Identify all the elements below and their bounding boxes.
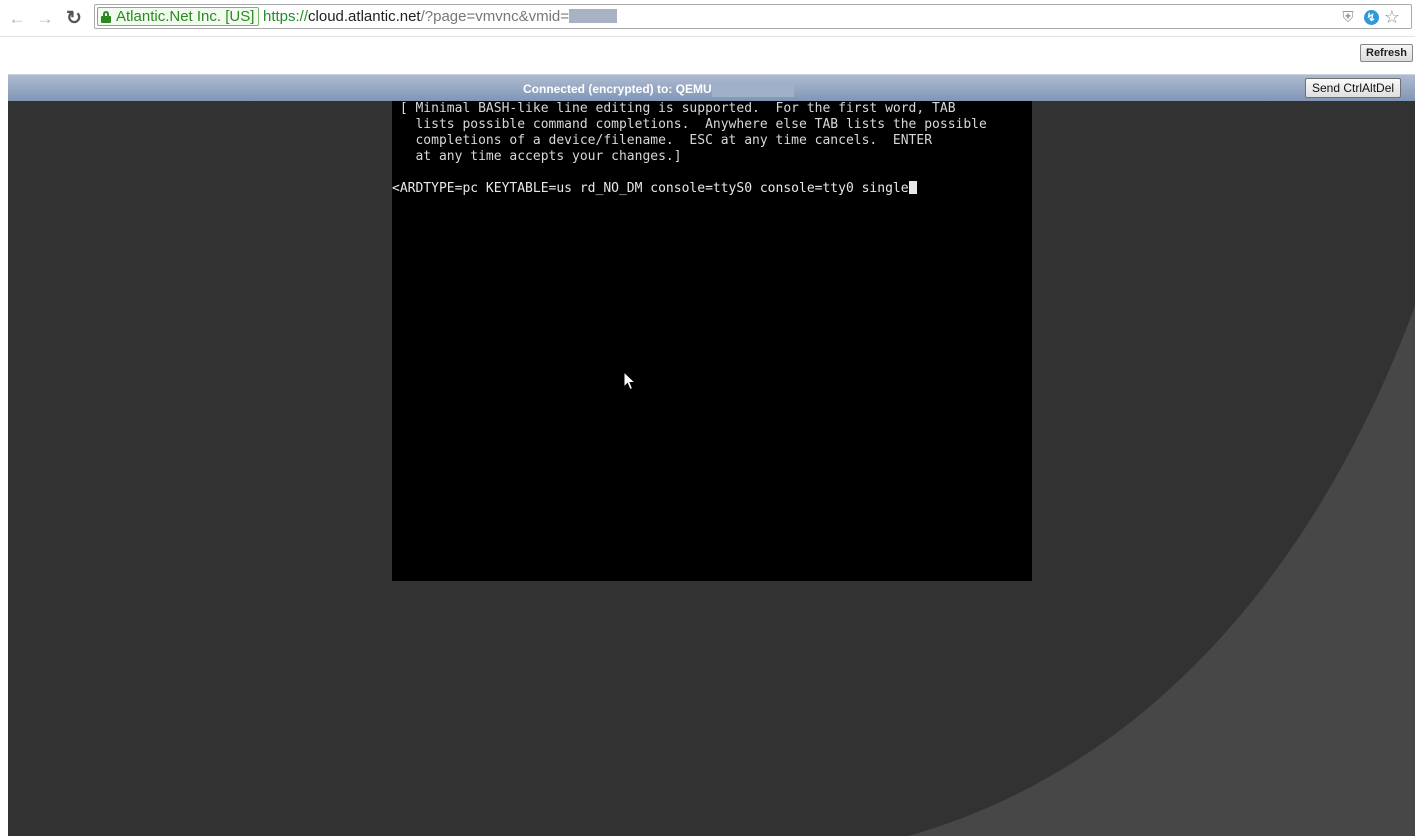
bolt-icon[interactable]: ↯ bbox=[1362, 8, 1380, 26]
connection-status: Connected (encrypted) to: QEMU bbox=[523, 82, 712, 96]
redacted-hostname bbox=[712, 82, 794, 97]
url-host: cloud.atlantic.net bbox=[308, 8, 421, 25]
redacted-vmid bbox=[569, 9, 618, 23]
kernel-command-line: <ARDTYPE=pc KEYTABLE=us rd_NO_DM console… bbox=[392, 181, 917, 197]
ev-organization-label: Atlantic.Net Inc. [US] bbox=[116, 8, 255, 25]
forward-arrow-icon[interactable]: → bbox=[34, 7, 56, 29]
vnc-console-screen[interactable]: [ Minimal BASH-like line editing is supp… bbox=[392, 101, 1032, 581]
url-scheme: https:// bbox=[263, 8, 309, 25]
browser-toolbar: ← → ↻ Atlantic.Net Inc. [US] https://clo… bbox=[0, 0, 1415, 37]
ev-certificate-badge[interactable]: Atlantic.Net Inc. [US] bbox=[97, 7, 260, 26]
back-arrow-icon[interactable]: ← bbox=[6, 7, 28, 29]
star-icon[interactable]: ☆ bbox=[1383, 7, 1401, 27]
refresh-button[interactable]: Refresh bbox=[1360, 44, 1413, 62]
lock-icon bbox=[101, 10, 111, 23]
address-bar[interactable]: Atlantic.Net Inc. [US] https://cloud.atl… bbox=[94, 4, 1412, 29]
grub-edit-help-text: [ Minimal BASH-like line editing is supp… bbox=[399, 101, 987, 164]
mouse-pointer-icon bbox=[623, 371, 637, 391]
reload-icon[interactable]: ↻ bbox=[63, 7, 85, 29]
url-text[interactable]: https://cloud.atlantic.net/?page=vmvnc&v… bbox=[263, 7, 618, 26]
vnc-status-bar: Connected (encrypted) to: QEMU Send Ctrl… bbox=[8, 74, 1415, 101]
send-ctrl-alt-del-button[interactable]: Send CtrlAltDel bbox=[1305, 78, 1402, 98]
command-line-text: <ARDTYPE=pc KEYTABLE=us rd_NO_DM console… bbox=[392, 181, 909, 196]
vnc-viewer: Connected (encrypted) to: QEMU Send Ctrl… bbox=[8, 74, 1415, 836]
text-cursor bbox=[908, 181, 917, 194]
shield-icon[interactable]: ⛨ bbox=[1339, 8, 1357, 26]
url-path: /?page=vmvnc&vmid= bbox=[420, 8, 570, 25]
